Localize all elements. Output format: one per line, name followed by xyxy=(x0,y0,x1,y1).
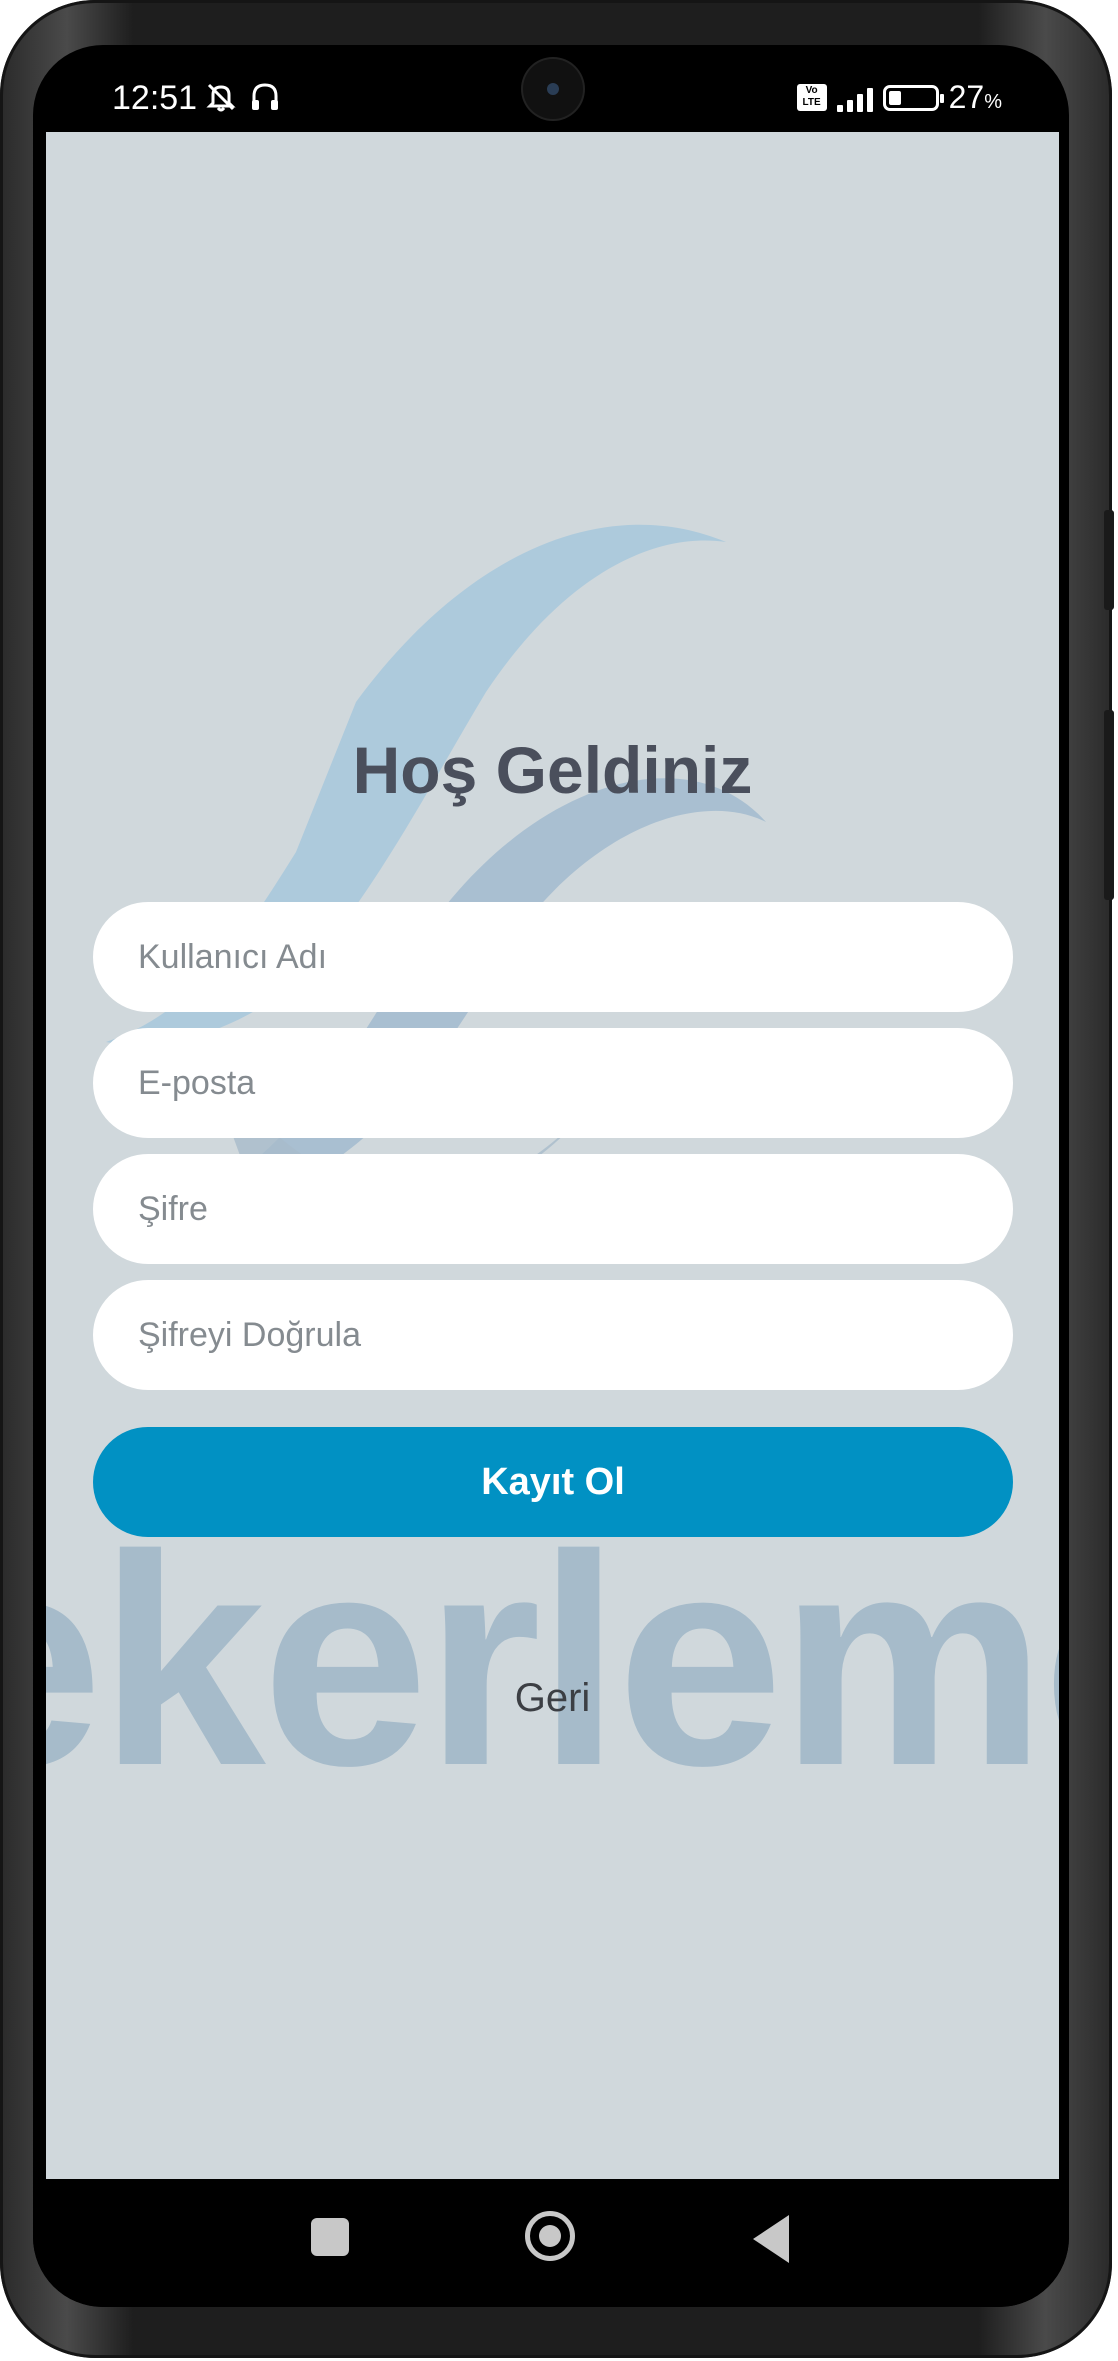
battery-level-fill xyxy=(888,90,901,105)
register-button[interactable]: Kayıt Ol xyxy=(93,1427,1013,1537)
password-input[interactable] xyxy=(93,1154,1013,1264)
status-right-icons: Vo LTE 27% xyxy=(796,79,1002,116)
status-left-icons xyxy=(205,81,281,113)
status-bar: 12:51 Vo LTE 27% xyxy=(33,45,1069,133)
email-input[interactable] xyxy=(93,1028,1013,1138)
volume-button xyxy=(1104,510,1114,610)
recent-apps-icon[interactable] xyxy=(311,2218,349,2256)
power-button xyxy=(1104,710,1114,900)
headset-icon xyxy=(252,83,278,110)
status-time: 12:51 xyxy=(112,79,198,117)
home-icon[interactable] xyxy=(525,2211,575,2261)
bell-muted-icon xyxy=(206,83,236,112)
page-title: Hoş Geldiniz xyxy=(352,733,753,807)
signal-icon xyxy=(836,84,873,112)
battery-icon xyxy=(882,84,944,111)
watermark-text: ekerleme xyxy=(46,1492,1059,1828)
back-arrow-icon[interactable] xyxy=(753,2215,789,2263)
username-input[interactable] xyxy=(93,902,1013,1012)
volte-icon: Vo LTE xyxy=(796,84,827,111)
phone-bezel: 12:51 Vo LTE 27% kerlem Hoş Geldiniz Kul… xyxy=(33,45,1069,2307)
system-nav-bar xyxy=(33,2179,1069,2307)
app-screen: ekerleme Hoş Geldiniz Kayıt Ol Geri xyxy=(46,132,1059,2179)
phone-frame: 12:51 Vo LTE 27% kerlem Hoş Geldiniz Kul… xyxy=(0,0,1114,2358)
confirm-password-input[interactable] xyxy=(93,1280,1013,1390)
battery-percent: 27% xyxy=(948,79,1002,115)
back-button[interactable]: Geri xyxy=(46,1675,1059,1722)
front-camera xyxy=(523,59,583,119)
